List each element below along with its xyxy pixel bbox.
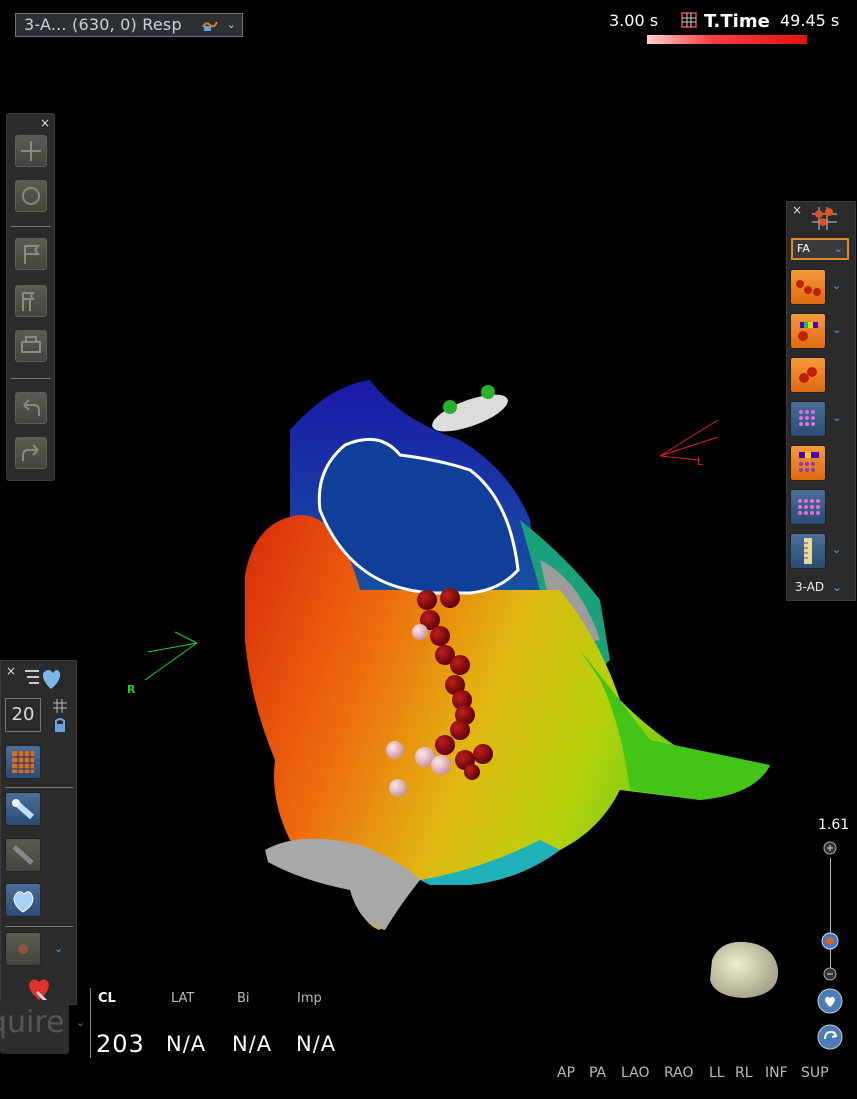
zoom-slider-track[interactable] — [830, 858, 831, 968]
chevron-down-icon[interactable]: ⌄ — [54, 942, 63, 955]
chevron-down-icon: ⌄ — [833, 242, 843, 255]
zoom-value: 1.61 — [818, 817, 850, 833]
record-button[interactable] — [5, 932, 41, 966]
view-rao[interactable]: RAO — [664, 1065, 694, 1081]
color-grid-button[interactable] — [790, 445, 826, 481]
catheter-icon — [12, 798, 34, 820]
stat-header-imp: Imp — [297, 991, 322, 1006]
chevron-down-icon[interactable]: ⌄ — [76, 1016, 85, 1029]
anatomy-map-view[interactable] — [0, 0, 857, 1099]
catheter-gray-icon — [12, 845, 34, 865]
orientation-r — [144, 631, 198, 681]
stat-value-imp: N/A — [296, 1032, 337, 1056]
grid-small-icon[interactable] — [53, 699, 67, 713]
map-type-value: 3-AD — [795, 580, 825, 594]
ruler-icon — [804, 538, 812, 564]
color-grid-icon — [799, 452, 819, 472]
view-lao[interactable]: LAO — [621, 1065, 649, 1081]
dense-grid-icon — [798, 499, 820, 515]
view-sup[interactable]: SUP — [801, 1065, 829, 1081]
color-tag-button[interactable] — [790, 313, 826, 349]
view-rl[interactable]: RL — [735, 1065, 753, 1081]
orientation-r-label: R — [127, 683, 136, 696]
stat-header-cl: CL — [98, 991, 116, 1006]
dot-grid-icon — [799, 410, 815, 426]
chevron-down-icon[interactable]: ⌄ — [832, 323, 841, 336]
colorbar-tag-icon — [798, 322, 818, 341]
zoom-slider-thumb[interactable] — [821, 932, 839, 950]
grid-map-button[interactable] — [5, 745, 41, 779]
stat-header-bi: Bi — [237, 991, 250, 1006]
rotate-view-icon[interactable] — [817, 1024, 843, 1050]
points-grid-icon — [812, 207, 837, 230]
right-palette: × FA ⌄ ⌄ ⌄ ⌄ ⌄ 3-AD ⌄ — [786, 201, 856, 601]
chevron-down-icon[interactable]: ⌄ — [832, 411, 841, 424]
color-grid-map-icon — [12, 751, 34, 773]
chevron-down-icon[interactable]: ⌄ — [832, 543, 841, 556]
surface-icon — [13, 891, 34, 913]
record-icon — [18, 944, 28, 954]
heart-signal-icon — [25, 670, 61, 689]
stat-value-bi: N/A — [232, 1032, 273, 1056]
double-points-icon — [799, 367, 817, 383]
chevron-down-icon[interactable]: ⌄ — [832, 279, 841, 292]
right-palette-close[interactable]: × — [792, 204, 802, 216]
map-type-select[interactable]: 3-AD ⌄ — [795, 580, 842, 594]
surface-button[interactable] — [5, 883, 41, 917]
stat-value-cl: 203 — [96, 1030, 145, 1058]
heart-view-icon[interactable] — [817, 988, 843, 1014]
fa-select-value: FA — [797, 242, 810, 255]
tags-button[interactable] — [790, 269, 826, 305]
view-ll[interactable]: LL — [709, 1065, 725, 1081]
orientation-l — [659, 419, 719, 461]
acquire-button[interactable]: quire — [0, 1000, 69, 1054]
orientation-l-label: L — [697, 455, 704, 468]
view-inf[interactable]: INF — [765, 1065, 788, 1081]
view-pa[interactable]: PA — [589, 1065, 606, 1081]
fa-select[interactable]: FA ⌄ — [791, 238, 849, 260]
view-ap[interactable]: AP — [557, 1065, 575, 1081]
lock-icon[interactable] — [53, 717, 67, 733]
tag-points-icon — [796, 280, 821, 296]
count-field[interactable]: 20 — [5, 698, 41, 732]
mini-heart-icon[interactable] — [710, 941, 779, 998]
single-tag-button[interactable] — [790, 357, 826, 393]
acquire-label: quire — [0, 1005, 65, 1040]
chevron-down-icon: ⌄ — [831, 580, 843, 594]
catheter-disabled-button[interactable] — [5, 838, 41, 872]
left-bottom-palette: × 20 ⌄ — [0, 660, 77, 1005]
stat-value-lat: N/A — [166, 1032, 207, 1056]
catheter-button[interactable] — [5, 792, 41, 826]
ruler-button[interactable] — [790, 533, 826, 569]
left-palette-close[interactable]: × — [6, 665, 16, 677]
stat-header-lat: LAT — [171, 991, 195, 1006]
zoom-out-icon[interactable] — [823, 967, 837, 981]
dense-grid-button[interactable] — [790, 489, 826, 525]
point-grid-button[interactable] — [790, 401, 826, 437]
zoom-in-icon[interactable] — [823, 841, 837, 855]
